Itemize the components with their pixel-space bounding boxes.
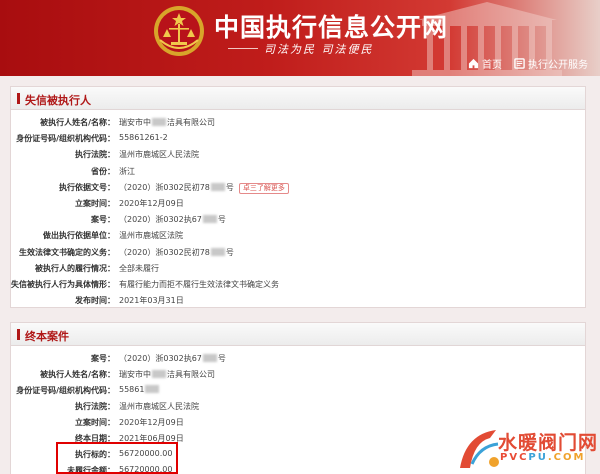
row-label: 执行法院： (75, 402, 115, 411)
row-value: （2020）浙0302执67 号 (119, 353, 226, 364)
redacted-text (145, 385, 160, 393)
top-nav: 首页 执行公开服务 (468, 56, 588, 71)
row-value: 55861261-2 (119, 133, 168, 142)
redacted-text (152, 118, 166, 126)
row-value-text: 55861 (119, 385, 145, 394)
nav-service-label: 执行公开服务 (528, 60, 588, 71)
row-label: 执行法院： (75, 150, 115, 160)
row-label: 生效法律文书确定的义务： (19, 247, 115, 257)
row-value-text: 温州市鹿城区人民法院 (119, 150, 199, 160)
row-value-text: （2020）浙0302执67 (119, 215, 202, 225)
row-value-text: 55861261-2 (119, 133, 168, 143)
court-emblem-icon[interactable] (152, 4, 206, 58)
row-value: 2021年03月31日 (119, 295, 184, 306)
row-value-text: 温州市鹿城区法院 (119, 231, 183, 241)
row-value-text: 瑞安市中 (119, 118, 151, 127)
row-label: 做出执行依据单位： (43, 231, 115, 241)
row-value: 2020年12月09日 (119, 417, 184, 428)
row-value-suffix: 号 (217, 215, 226, 225)
row-value-suffix: 号 (225, 247, 234, 257)
dishonest-executee-panel: 失信被执行人 被执行人姓名/名称： 瑞安市中 洁具有限公司身份证号码/组织机构代码：… (10, 86, 586, 308)
row-value-text: （2020）浙0302执67 (119, 354, 202, 363)
row-value-suffix: 洁具有限公司 (167, 370, 215, 379)
site-title[interactable]: 中国执行信息公开网 (214, 8, 448, 44)
row-label: 被执行人姓名/名称： (40, 370, 115, 379)
amount-highlight-box (56, 442, 178, 474)
panel-title: 失信被执行人 (25, 94, 91, 107)
row-value: 有履行能力而拒不履行生效法律文书确定义务 (119, 279, 279, 290)
row-label: 立案时间： (75, 418, 115, 427)
row-value: （2020）浙0302民初78 号卓三了解更多 (119, 182, 289, 194)
panel-header: 终本案件 (11, 323, 585, 346)
row-value: 瑞安市中 洁具有限公司 (119, 369, 215, 380)
row-label: 案号： (91, 215, 115, 225)
row-value-text: 浙江 (119, 166, 135, 176)
detail-row: 发布时间： 2021年03月31日 (11, 290, 587, 308)
panel-title: 终本案件 (25, 330, 69, 343)
row-value: 温州市鹿城区人民法院 (119, 401, 199, 412)
home-icon (468, 58, 479, 69)
row-value: 2020年12月09日 (119, 198, 184, 209)
site-header: 中国执行信息公开网 司法为民 司法便民 首页 执行公开服务 (0, 0, 600, 76)
row-value-text: 2020年12月09日 (119, 418, 184, 427)
row-value: 温州市鹿城区人民法院 (119, 149, 199, 160)
row-label: 被执行人姓名/名称： (40, 118, 115, 127)
row-label: 立案时间： (75, 199, 115, 208)
row-label: 身份证号码/组织机构代码： (16, 134, 115, 144)
nav-home-link[interactable]: 首页 (468, 56, 502, 71)
row-label: 省份： (91, 166, 115, 176)
row-label: 身份证号码/组织机构代码： (16, 386, 115, 395)
row-value-text: 2021年03月31日 (119, 296, 184, 306)
panel-header: 失信被执行人 (11, 87, 585, 110)
row-value-suffix: 号 (217, 354, 226, 363)
watermark-name: 水暖阀门网 (498, 432, 599, 454)
nav-home-label: 首页 (482, 60, 502, 71)
row-value-text: （2020）浙0302民初78 (119, 182, 210, 192)
row-value: 瑞安市中 洁具有限公司 (119, 117, 215, 128)
row-value-text: 全部未履行 (119, 263, 159, 273)
row-label: 失信被执行人行为具体情形： (11, 280, 115, 289)
redacted-text (202, 354, 217, 362)
row-value: 55861 (119, 385, 160, 394)
row-value-text: 温州市鹿城区人民法院 (119, 402, 199, 411)
row-label: 发布时间： (75, 296, 115, 306)
redacted-text (210, 247, 225, 256)
site-slogan: 司法为民 司法便民 (264, 43, 374, 56)
row-value: （2020）浙0302执67 号 (119, 214, 226, 225)
row-value: 温州市鹿城区法院 (119, 230, 183, 241)
nav-service-link[interactable]: 执行公开服务 (514, 56, 588, 71)
row-value: （2020）浙0302民初78 号 (119, 247, 234, 258)
row-value-text: 有履行能力而拒不履行生效法律文书确定义务 (119, 280, 279, 289)
redacted-text (202, 215, 217, 224)
row-value-text: 瑞安市中 (119, 370, 151, 379)
redacted-text (152, 370, 166, 378)
slogan-divider (228, 48, 258, 49)
row-value-text: （2020）浙0302民初78 (119, 247, 210, 257)
watermark-domain: PVCPU.COM (500, 452, 586, 463)
row-label: 执行依据文号： (59, 182, 115, 192)
row-label: 案号： (91, 354, 115, 363)
service-icon (514, 58, 525, 69)
row-value: 全部未履行 (119, 263, 159, 274)
redacted-text (210, 182, 225, 191)
row-label: 被执行人的履行情况： (35, 263, 115, 273)
row-value-suffix: 号 (225, 182, 234, 192)
row-value: 浙江 (119, 166, 135, 177)
row-value-suffix: 洁具有限公司 (167, 118, 215, 127)
row-value-text: 2020年12月09日 (119, 199, 184, 208)
